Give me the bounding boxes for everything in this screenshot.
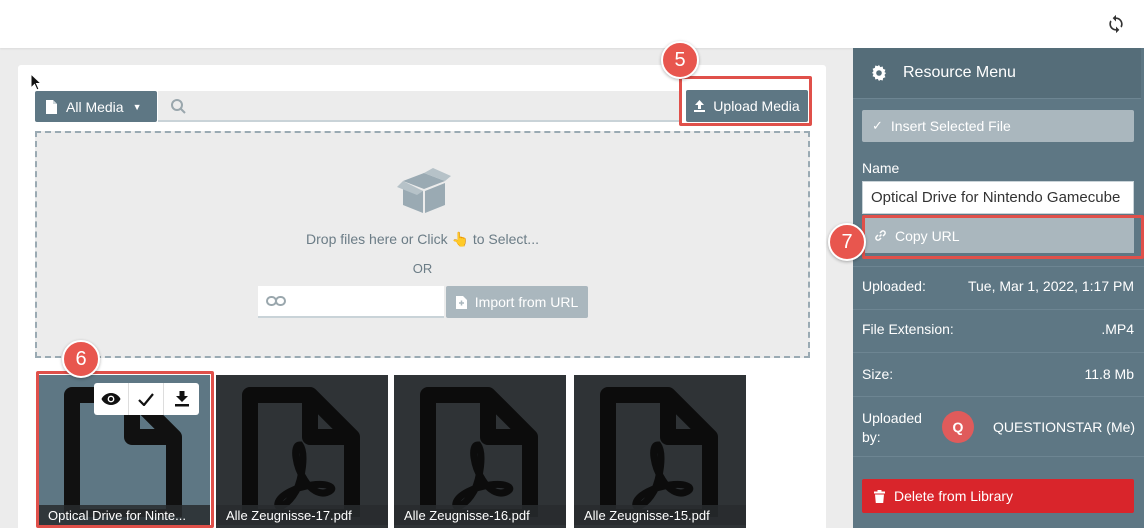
name-field[interactable] (862, 181, 1134, 214)
size-row: Size: 11.8 Mb (862, 366, 1134, 382)
caret-down-icon: ▼ (132, 101, 142, 112)
gear-icon (872, 65, 886, 81)
divider (853, 309, 1144, 310)
tile-caption: Alle Zeugnisse-15.pdf (574, 505, 746, 525)
uploaded-by-label-line1: Uploaded (862, 410, 922, 426)
media-tile[interactable]: Alle Zeugnisse-15.pdf (574, 375, 746, 528)
file-icon (46, 99, 57, 114)
divider (853, 456, 1144, 457)
trash-icon (874, 489, 885, 503)
insert-selected-file-button[interactable]: ✓ Insert Selected File (862, 110, 1134, 142)
divider (853, 352, 1144, 353)
uploaded-label: Uploaded: (862, 278, 926, 294)
refresh-icon[interactable] (1106, 14, 1126, 34)
search-input[interactable] (194, 95, 664, 117)
pdf-icon (420, 387, 538, 517)
delete-from-library-label: Delete from Library (894, 488, 1014, 504)
file-import-icon (455, 295, 467, 309)
uploaded-by-label-line2: by: (862, 429, 881, 445)
url-input[interactable] (294, 291, 434, 313)
media-tile[interactable]: Alle Zeugnisse-17.pdf (216, 375, 388, 528)
import-from-url-button[interactable]: Import from URL (446, 286, 588, 318)
all-media-label: All Media (66, 98, 124, 115)
search-bar (158, 91, 680, 122)
drop-zone[interactable]: Drop files here or Click 👆 to Select... … (35, 131, 810, 358)
pdf-icon (242, 387, 360, 517)
tile-caption: Alle Zeugnisse-16.pdf (394, 505, 566, 525)
media-tile[interactable]: Alle Zeugnisse-16.pdf (394, 375, 566, 528)
insert-selected-file-label: Insert Selected File (890, 118, 1011, 134)
check-icon: ✓ (872, 118, 883, 133)
delete-from-library-button[interactable]: Delete from Library (862, 479, 1134, 513)
tile-caption: Alle Zeugnisse-17.pdf (216, 505, 388, 525)
file-extension-label: File Extension: (862, 321, 954, 337)
size-value: 11.8 Mb (1084, 366, 1134, 382)
file-extension-row: File Extension: .MP4 (862, 321, 1134, 337)
mouse-cursor-icon (30, 73, 42, 91)
divider (853, 396, 1144, 397)
callout-highlight-copy-url (862, 215, 1144, 259)
callout-badge-tile: 6 (62, 340, 100, 378)
resource-menu-title: Resource Menu (903, 64, 1016, 81)
link-icon (266, 296, 286, 306)
import-from-url-label: Import from URL (474, 294, 579, 310)
avatar: Q (942, 411, 974, 443)
uploaded-row: Uploaded: Tue, Mar 1, 2022, 1:17 PM (862, 278, 1134, 294)
callout-badge-upload: 5 (661, 41, 699, 79)
resource-menu-header: Resource Menu (853, 48, 1141, 99)
uploaded-by-value: QUESTIONSTAR (Me) (993, 419, 1136, 435)
divider (853, 266, 1144, 267)
file-extension-value: .MP4 (1101, 321, 1134, 337)
box-icon (397, 168, 451, 213)
resource-menu: Resource Menu ✓ Insert Selected File Nam… (853, 48, 1144, 528)
drop-instructions: Drop files here or Click 👆 to Select... (306, 231, 539, 247)
url-field (258, 286, 444, 318)
all-media-dropdown[interactable]: All Media ▼ (35, 91, 157, 122)
callout-highlight-upload (679, 76, 812, 126)
name-label: Name (862, 160, 900, 176)
uploaded-by-label: Uploaded by: (862, 409, 922, 447)
pdf-icon (600, 387, 718, 517)
search-icon (171, 99, 186, 114)
callout-highlight-tile (36, 371, 214, 528)
top-bar (0, 0, 1144, 48)
uploaded-value: Tue, Mar 1, 2022, 1:17 PM (967, 278, 1134, 294)
or-separator: OR (412, 261, 433, 276)
callout-badge-copy-url: 7 (828, 223, 866, 261)
size-label: Size: (862, 366, 894, 382)
